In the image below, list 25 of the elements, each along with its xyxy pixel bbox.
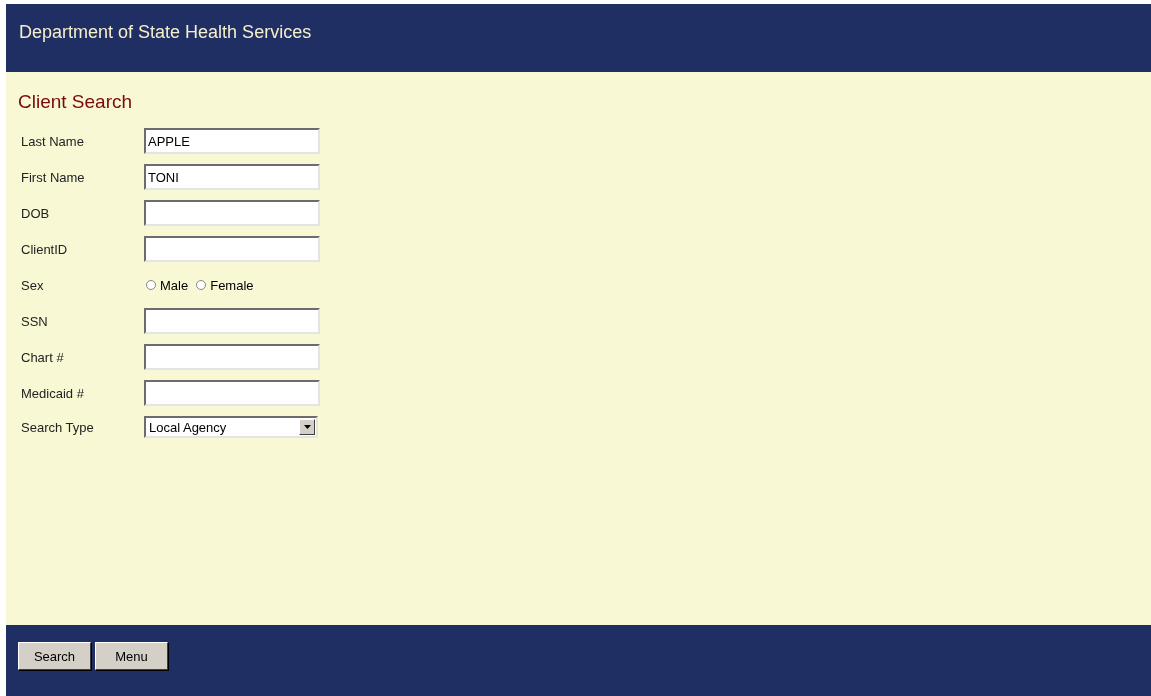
action-button[interactable]: Search (18, 642, 91, 670)
field-label: Search Type (21, 419, 94, 435)
field-label: Medicaid # (21, 385, 84, 401)
page-title: Client Search (18, 91, 133, 113)
text-field[interactable] (144, 236, 320, 262)
dropdown[interactable]: Local Agency (144, 416, 318, 438)
text-field[interactable] (144, 344, 320, 370)
radio-label: Male (160, 277, 189, 293)
radio-label: Female (210, 277, 254, 293)
text-field[interactable] (144, 308, 320, 334)
field-label: SSN (21, 313, 48, 329)
text-field[interactable] (144, 380, 320, 406)
radio-button[interactable] (196, 280, 207, 290)
field-label: First Name (21, 169, 85, 185)
site-title: Department of State Health Services (19, 22, 312, 42)
text-field[interactable]: TONI (144, 164, 320, 190)
action-button[interactable]: Menu (95, 642, 168, 670)
text-field[interactable]: APPLE (144, 128, 320, 154)
field-label: Chart # (21, 349, 64, 365)
field-label: ClientID (21, 241, 68, 257)
field-label: DOB (21, 205, 50, 221)
field-label: Last Name (21, 133, 84, 149)
text-field[interactable] (144, 200, 320, 226)
field-label: Sex (21, 277, 44, 293)
radio-button[interactable] (146, 280, 156, 290)
